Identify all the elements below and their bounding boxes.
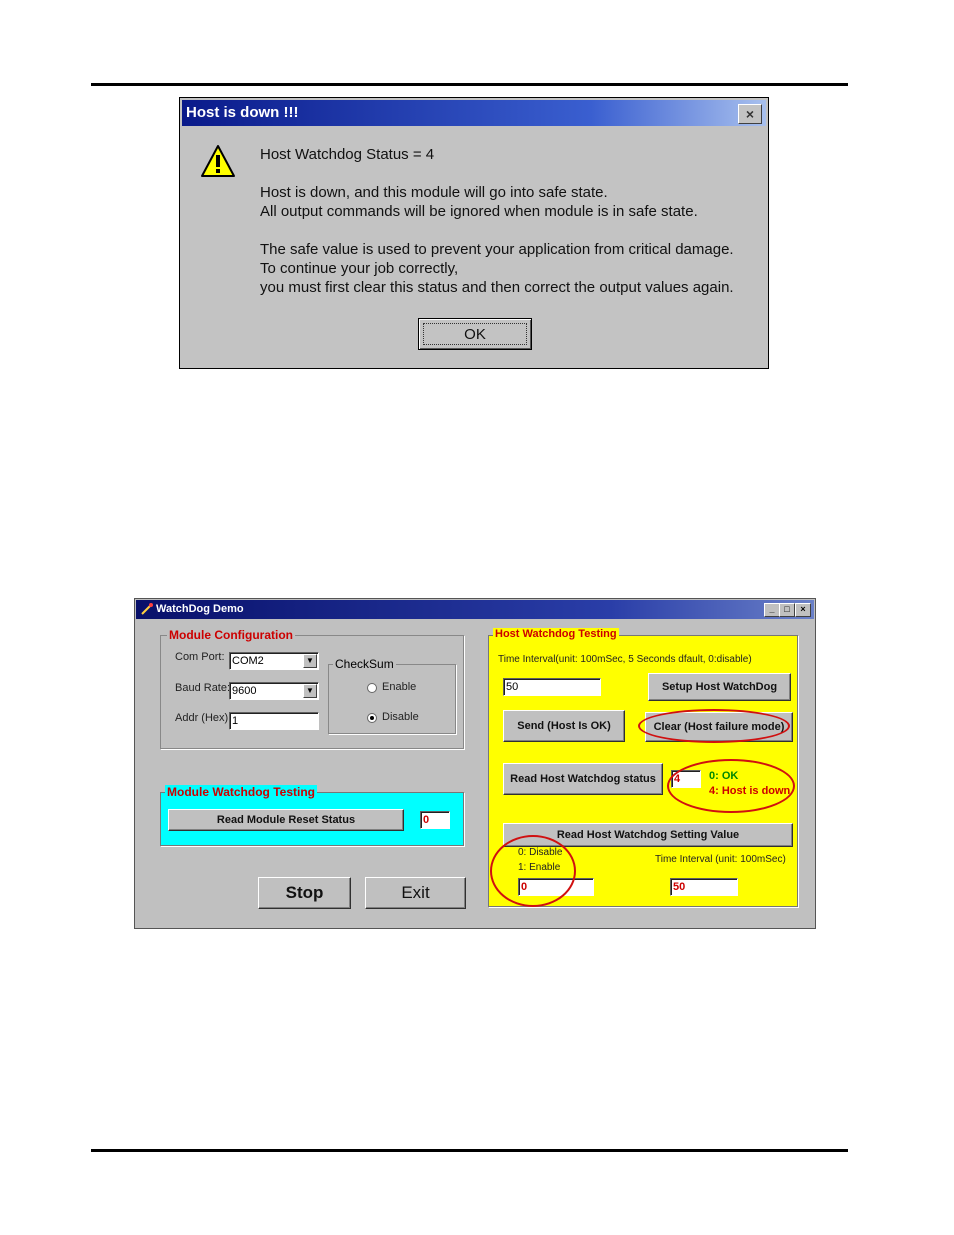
status-down-text: 4: Host is down [709,785,791,797]
status-ok-text: 0: OK [709,770,739,782]
host-watchdog-group: Host Watchdog Testing Time Interval(unit… [488,628,798,907]
window-title: WatchDog Demo [156,603,244,615]
interval-unit-label: Time Interval (unit: 100mSec) [655,854,786,865]
chevron-down-icon[interactable]: ▼ [303,654,317,668]
send-host-ok-button[interactable]: Send (Host Is OK) [503,710,625,742]
close-icon: × [745,106,755,122]
module-config-group: Module Configuration Com Port: COM2 ▼ Ba… [160,628,464,749]
message-line-1: Host is down, and this module will go in… [260,184,608,201]
baud-rate-value: 9600 [232,685,257,697]
exit-button[interactable]: Exit [365,877,466,909]
checksum-title: CheckSum [333,657,396,671]
dialog-title: Host is down !!! [186,104,299,121]
ok-button-label: OK [423,323,527,345]
checksum-disable-label: Disable [382,711,419,723]
watchdog-demo-window: WatchDog Demo _ □ × Module Configuration… [134,598,816,929]
message-line-3: The safe value is used to prevent your a… [260,241,734,258]
com-port-label: Com Port: [175,651,225,663]
maximize-button[interactable]: □ [779,603,795,617]
interval-hint-label: Time Interval(unit: 100mSec, 5 Seconds d… [498,654,752,665]
top-rule [91,83,848,86]
app-icon [141,603,153,615]
bottom-rule [91,1149,848,1152]
baud-rate-select[interactable]: 9600 ▼ [229,682,319,700]
ok-button[interactable]: OK [418,318,532,350]
dialog-titlebar[interactable]: Host is down !!! × [182,100,766,126]
dialog-close-button[interactable]: × [738,104,762,124]
read-module-reset-status-button[interactable]: Read Module Reset Status [168,809,404,831]
module-watchdog-group: Module Watchdog Testing Read Module Rese… [160,785,464,846]
module-config-title: Module Configuration [167,628,295,642]
read-host-watchdog-status-button[interactable]: Read Host Watchdog status [503,763,663,795]
setup-host-watchdog-button[interactable]: Setup Host WatchDog [648,673,791,701]
warning-icon [201,145,235,177]
message-line-4: To continue your job correctly, [260,260,459,277]
enable-hint-label: 1: Enable [518,862,561,873]
maximize-icon: □ [784,604,790,614]
addr-label: Addr (Hex): [175,712,232,724]
minimize-icon: _ [769,604,775,614]
checksum-disable-radio[interactable] [367,713,377,723]
interval-input[interactable]: 50 [503,678,601,696]
baud-rate-label: Baud Rate: [175,682,231,694]
message-line-5: you must first clear this status and the… [260,279,734,296]
checksum-enable-radio[interactable] [367,683,377,693]
com-port-value: COM2 [232,655,264,667]
module-watchdog-title: Module Watchdog Testing [165,785,317,799]
window-titlebar[interactable]: WatchDog Demo _ □ × [136,600,814,619]
host-watchdog-title: Host Watchdog Testing [493,628,619,640]
clear-host-failure-button[interactable]: Clear (Host failure mode) [645,712,793,742]
read-host-watchdog-setting-button[interactable]: Read Host Watchdog Setting Value [503,823,793,847]
addr-input[interactable]: 1 [229,712,319,730]
disable-hint-label: 0: Disable [518,847,563,858]
window-close-button[interactable]: × [795,603,811,617]
com-port-select[interactable]: COM2 ▼ [229,652,319,670]
host-status-field[interactable]: 4 [671,770,701,788]
checksum-enable-label: Enable [382,681,417,693]
minimize-button[interactable]: _ [764,603,780,617]
stop-button[interactable]: Stop [258,877,351,909]
enable-value-field[interactable]: 0 [518,878,594,896]
checksum-group: CheckSum Enable Disable [328,657,456,734]
message-line-2: All output commands will be ignored when… [260,203,698,220]
host-down-dialog: Host is down !!! × Host Watchdog Status … [179,97,769,369]
chevron-down-icon[interactable]: ▼ [303,684,317,698]
status-line: Host Watchdog Status = 4 [260,146,435,163]
close-icon: × [800,604,806,614]
module-reset-status-field[interactable]: 0 [420,811,450,829]
interval-read-field[interactable]: 50 [670,878,738,896]
